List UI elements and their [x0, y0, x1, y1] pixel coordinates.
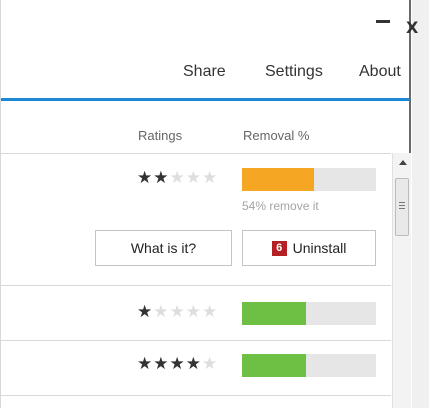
removal-bar-fill [242, 168, 315, 191]
rating-stars: ★★★★★ [137, 302, 218, 322]
scrollbar-thumb[interactable] [395, 178, 409, 236]
uninstall-label: Uninstall [292, 240, 347, 256]
nav-share[interactable]: Share [183, 63, 226, 81]
star-filled-icon: ★ [137, 302, 154, 322]
window-shadow [412, 0, 429, 408]
star-empty-icon: ★ [185, 302, 202, 322]
star-empty-icon: ★ [185, 168, 202, 188]
rating-stars: ★★★★★ [137, 168, 218, 188]
star-filled-icon: ★ [185, 354, 202, 374]
uninstall-button[interactable]: 6 Uninstall [242, 230, 376, 266]
removal-note: 54% remove it [242, 199, 319, 213]
star-filled-icon: ★ [153, 168, 170, 188]
divider [1, 340, 391, 341]
removal-bar-fill [242, 354, 307, 377]
star-empty-icon: ★ [169, 168, 186, 188]
nav-settings[interactable]: Settings [265, 63, 323, 81]
star-filled-icon: ★ [137, 168, 154, 188]
divider [1, 395, 391, 396]
scroll-up-icon[interactable] [399, 160, 407, 165]
removal-bar [242, 168, 376, 191]
grip-line [399, 205, 405, 206]
star-empty-icon: ★ [153, 302, 170, 322]
star-empty-icon: ★ [202, 168, 219, 188]
star-empty-icon: ★ [202, 354, 219, 374]
app-window [0, 0, 411, 408]
grip-line [399, 208, 405, 209]
removal-bar [242, 302, 376, 325]
what-is-it-button[interactable]: What is it? [95, 230, 232, 266]
column-header-ratings: Ratings [138, 128, 183, 143]
nav-about[interactable]: About [359, 63, 401, 81]
star-filled-icon: ★ [153, 354, 170, 374]
divider [1, 285, 391, 286]
grip-line [399, 202, 405, 203]
divider [1, 153, 391, 154]
removal-bar [242, 354, 376, 377]
removal-bar-fill [242, 302, 307, 325]
column-header-removal: Removal % [243, 128, 310, 143]
header-divider [1, 98, 409, 101]
rating-stars: ★★★★★ [137, 354, 218, 374]
uninstall-badge: 6 [271, 240, 287, 256]
star-filled-icon: ★ [169, 354, 186, 374]
star-empty-icon: ★ [169, 302, 186, 322]
what-is-it-label: What is it? [130, 240, 197, 256]
star-empty-icon: ★ [202, 302, 219, 322]
close-icon[interactable]: X [406, 20, 418, 36]
minimize-icon[interactable] [376, 20, 390, 23]
star-filled-icon: ★ [137, 354, 154, 374]
